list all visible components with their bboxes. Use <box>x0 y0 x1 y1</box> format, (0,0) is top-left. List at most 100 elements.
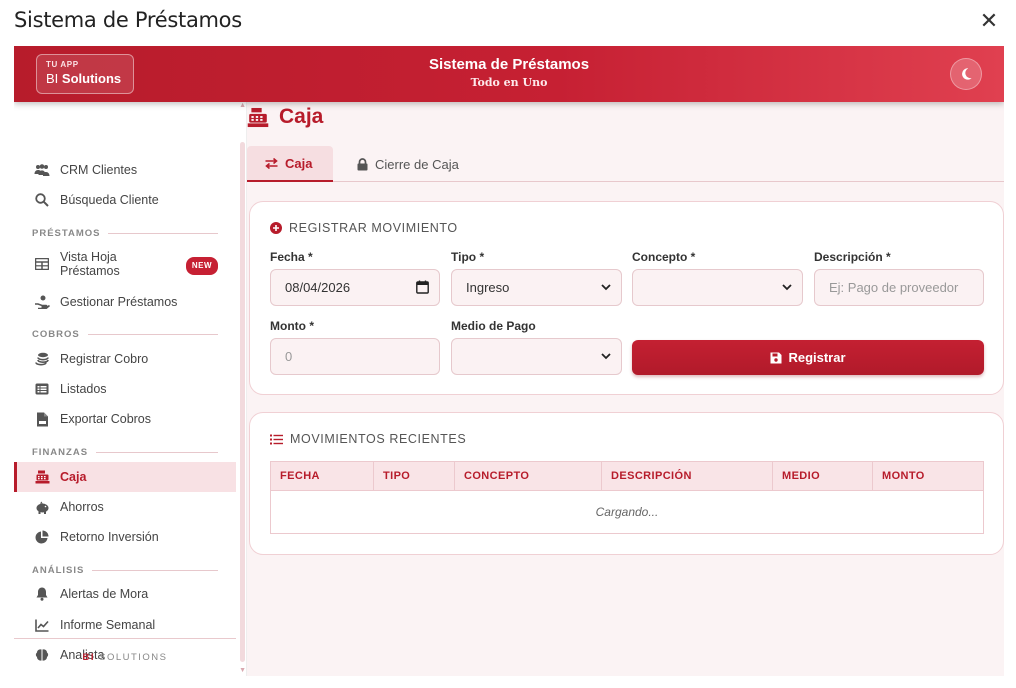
fecha-value: 08/04/2026 <box>285 280 351 295</box>
scroll-up-icon[interactable]: ▲ <box>239 102 246 109</box>
sidebar-item-crm[interactable]: CRM Clientes <box>14 156 236 184</box>
sidebar-section-prestamos: PRÉSTAMOS <box>32 228 218 239</box>
header-subtitle: Todo en Uno <box>470 76 548 89</box>
chevron-down-icon <box>782 284 792 291</box>
sidebar-item-alertas[interactable]: Alertas de Mora <box>14 580 236 608</box>
sidebar-item-gestionar[interactable]: Gestionar Préstamos <box>14 288 236 316</box>
descripcion-placeholder: Ej: Pago de proveedor <box>829 280 959 295</box>
header-title-block: Sistema de Préstamos Todo en Uno <box>14 56 1004 89</box>
concepto-select[interactable] <box>632 269 803 306</box>
tab-caja[interactable]: Caja <box>247 146 333 182</box>
exchange-icon <box>265 157 278 169</box>
column-header-tipo[interactable]: TIPO <box>373 461 455 491</box>
footer-bold: BI <box>82 652 95 663</box>
app-container: TU APP BI Solutions Sistema de Préstamos… <box>14 46 1004 676</box>
table-icon <box>34 256 50 272</box>
descripcion-label: Descripción * <box>814 250 891 264</box>
window-close-button[interactable]: ✕ <box>978 10 1000 32</box>
save-icon <box>770 352 782 364</box>
section-divider <box>87 334 218 335</box>
tab-label: Caja <box>285 155 313 171</box>
sidebar-item-exportar[interactable]: Exportar Cobros <box>14 405 236 433</box>
column-header-medio[interactable]: MEDIO <box>772 461 873 491</box>
users-icon <box>34 162 50 178</box>
new-badge: NEW <box>185 257 218 275</box>
sidebar-item-retorno[interactable]: Retorno Inversión <box>14 523 236 551</box>
tipo-select[interactable]: Ingreso <box>451 269 622 306</box>
column-header-concepto[interactable]: CONCEPTO <box>454 461 602 491</box>
page-title-text: Caja <box>279 105 324 128</box>
sidebar-item-busqueda[interactable]: Búsqueda Cliente <box>14 186 236 214</box>
search-icon <box>34 192 50 208</box>
concepto-label: Concepto * <box>632 250 696 264</box>
list-icon <box>270 434 283 445</box>
column-header-fecha[interactable]: FECHA <box>270 461 374 491</box>
sidebar-scrollbar[interactable] <box>240 142 245 662</box>
descripcion-input[interactable]: Ej: Pago de proveedor <box>814 269 984 306</box>
file-export-icon <box>34 411 50 427</box>
card-title-text: MOVIMIENTOS RECIENTES <box>290 432 467 446</box>
page-title: Caja <box>247 105 323 129</box>
tab-cierre-caja[interactable]: Cierre de Caja <box>339 146 477 182</box>
card-title: MOVIMIENTOS RECIENTES <box>270 432 466 446</box>
tab-bar: Caja Cierre de Caja <box>247 146 1004 182</box>
list-alt-icon <box>34 381 50 397</box>
sidebar-item-label: Caja <box>60 470 87 484</box>
medio-pago-label: Medio de Pago <box>451 319 536 333</box>
hand-holding-dollar-icon <box>34 294 50 310</box>
sidebar-item-caja[interactable]: Caja <box>14 462 236 492</box>
card-title: REGISTRAR MOVIMIENTO <box>270 221 458 235</box>
medio-pago-select[interactable] <box>451 338 622 375</box>
sidebar-footer: BI SOLUTIONS <box>14 638 236 676</box>
monto-input[interactable]: 0 <box>270 338 440 375</box>
coins-icon <box>34 351 50 367</box>
plus-circle-icon <box>270 222 282 234</box>
section-label: ANÁLISIS <box>32 565 85 576</box>
sidebar-item-label: Búsqueda Cliente <box>60 193 159 207</box>
sidebar-section-analisis: ANÁLISIS <box>32 565 218 576</box>
monto-label: Monto * <box>270 319 314 333</box>
sidebar-item-label: Gestionar Préstamos <box>60 295 178 309</box>
main-content: Caja Caja Cierre de Caja REGISTRAR MOVIM… <box>247 102 1004 676</box>
sidebar-item-label: Retorno Inversión <box>60 530 159 544</box>
fecha-input[interactable]: 08/04/2026 <box>270 269 440 306</box>
sidebar-item-listados[interactable]: Listados <box>14 375 236 403</box>
sidebar-item-ahorros[interactable]: Ahorros <box>14 493 236 521</box>
registrar-button[interactable]: Registrar <box>632 340 984 375</box>
card-title-text: REGISTRAR MOVIMIENTO <box>289 221 458 235</box>
section-label: COBROS <box>32 329 80 340</box>
sidebar-item-vista-hoja[interactable]: Vista Hoja Préstamos NEW <box>14 247 236 281</box>
chevron-down-icon <box>601 284 611 291</box>
footer-text: SOLUTIONS <box>99 652 168 663</box>
bell-icon <box>34 586 50 602</box>
loading-message: Cargando... <box>270 490 984 534</box>
column-header-monto[interactable]: MONTO <box>872 461 984 491</box>
scroll-down-icon[interactable]: ▼ <box>239 667 246 674</box>
window-title: Sistema de Préstamos <box>14 8 242 32</box>
chart-pie-icon <box>34 529 50 545</box>
sidebar-item-informe[interactable]: Informe Semanal <box>14 611 236 639</box>
sidebar-item-label: Registrar Cobro <box>60 352 149 366</box>
app-header: TU APP BI Solutions Sistema de Préstamos… <box>14 46 1004 102</box>
sidebar-item-registrar-cobro[interactable]: Registrar Cobro <box>14 345 236 373</box>
movimientos-table: FECHA TIPO CONCEPTO DESCRIPCIÓN MEDIO MO… <box>270 461 984 534</box>
sidebar-item-label: Informe Semanal <box>60 618 156 632</box>
header-title: Sistema de Préstamos <box>428 56 590 73</box>
tipo-value: Ingreso <box>466 280 510 295</box>
sidebar-item-label: Alertas de Mora <box>60 587 149 601</box>
theme-toggle-button[interactable] <box>950 58 982 90</box>
calendar-icon[interactable] <box>416 280 429 294</box>
section-divider <box>108 233 218 234</box>
chevron-down-icon <box>601 353 611 360</box>
section-divider <box>96 452 218 453</box>
registrar-movimiento-card: REGISTRAR MOVIMIENTO Fecha * 08/04/2026 … <box>249 201 1004 395</box>
column-header-descripcion[interactable]: DESCRIPCIÓN <box>601 461 773 491</box>
fecha-label: Fecha * <box>270 250 313 264</box>
sidebar-section-cobros: COBROS <box>32 329 218 340</box>
lock-icon <box>357 157 368 171</box>
cash-register-icon <box>247 107 269 128</box>
section-label: PRÉSTAMOS <box>32 228 101 239</box>
tipo-label: Tipo * <box>451 250 485 264</box>
sidebar-item-label: CRM Clientes <box>60 163 138 177</box>
piggy-bank-icon <box>34 499 50 515</box>
